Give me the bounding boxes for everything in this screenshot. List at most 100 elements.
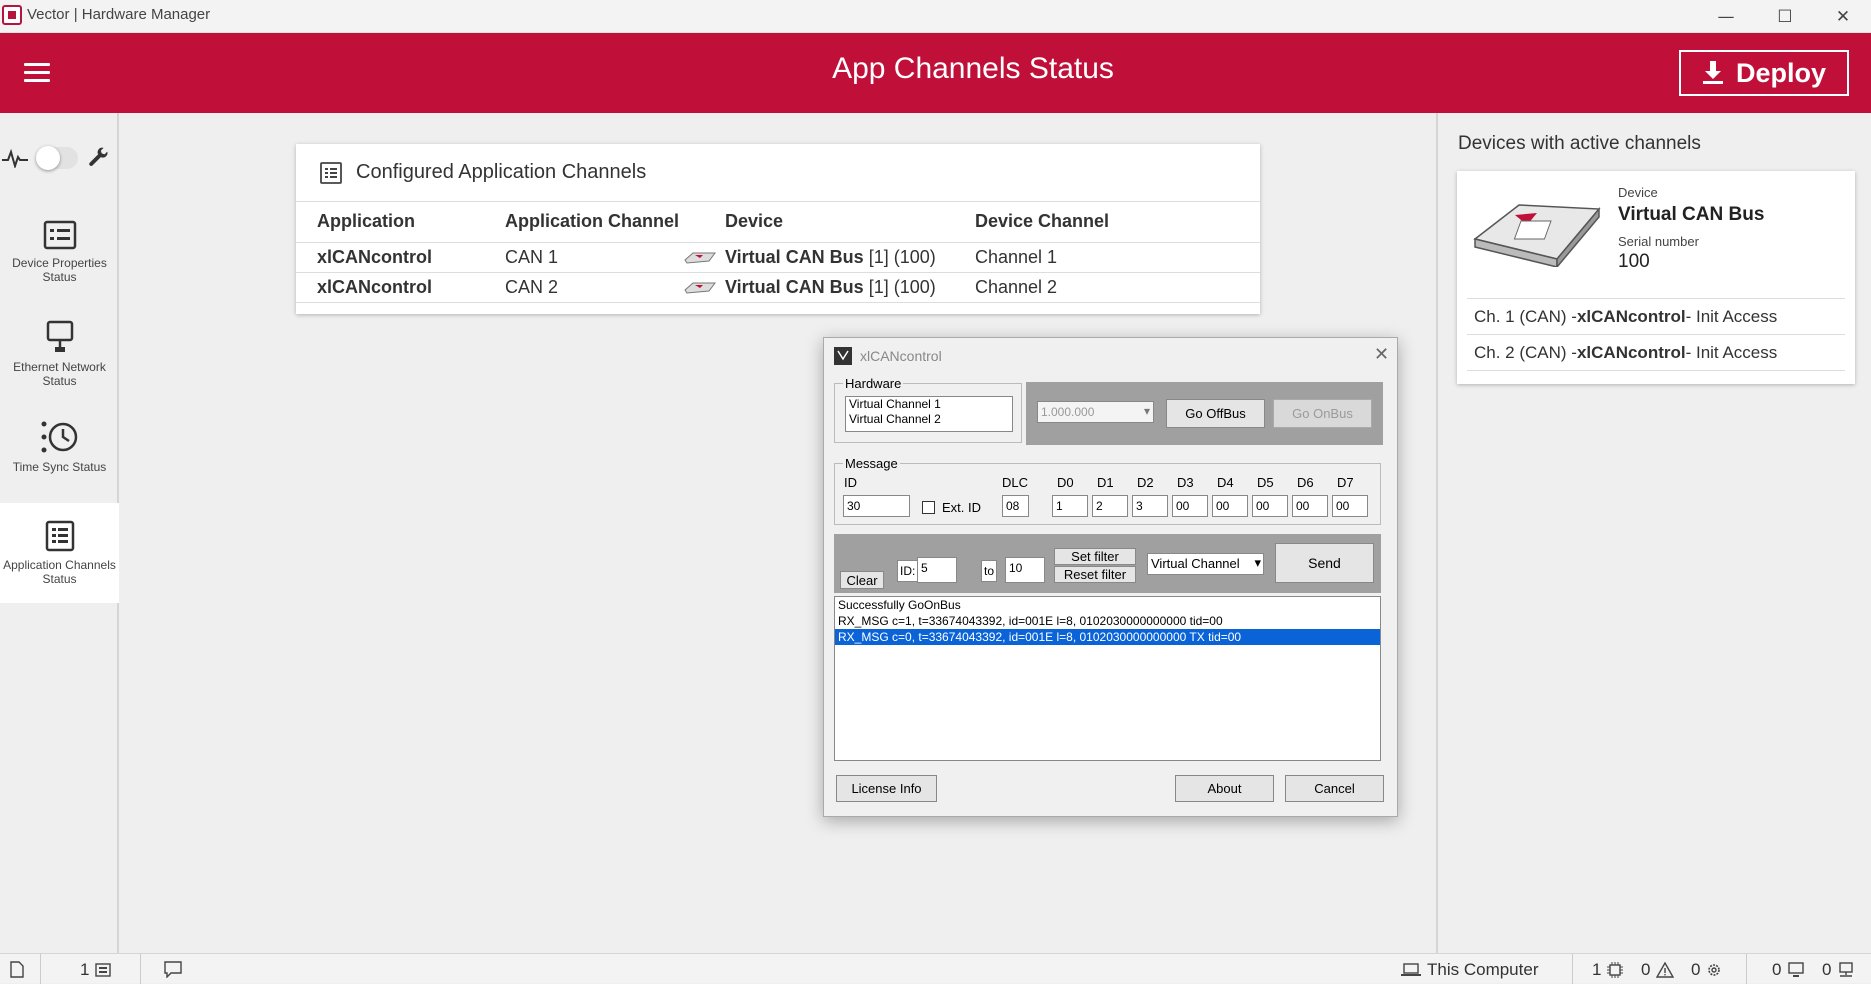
data-byte-input[interactable]: 3 xyxy=(1132,495,1168,517)
card-title: Configured Application Channels xyxy=(356,161,647,183)
data-label: D1 xyxy=(1097,475,1114,490)
sidebar-item-app-channels[interactable]: Application Channels Status xyxy=(0,503,119,603)
dialog-title: xlCANcontrol xyxy=(860,348,942,364)
status-count-warning[interactable]: 0 xyxy=(1641,960,1675,980)
device-image-icon xyxy=(1473,204,1601,267)
monitor-icon xyxy=(1788,962,1805,977)
minimize-button[interactable]: — xyxy=(1697,0,1755,33)
maximize-button[interactable]: ☐ xyxy=(1756,0,1814,33)
ethernet-icon xyxy=(46,320,73,352)
data-label: D5 xyxy=(1257,475,1274,490)
deploy-button[interactable]: Deploy xyxy=(1679,50,1849,96)
activity-icon[interactable] xyxy=(2,148,28,168)
data-byte-input[interactable]: 2 xyxy=(1092,495,1128,517)
wrench-icon[interactable] xyxy=(86,147,112,169)
device-cell: Virtual CAN Bus [1] (100) xyxy=(684,272,954,303)
channel-select[interactable]: Virtual Channel ▾ xyxy=(1147,553,1264,575)
list-item[interactable]: Virtual Channel 1 xyxy=(849,397,1012,412)
dlc-input[interactable]: 08 xyxy=(1002,495,1029,517)
send-button[interactable]: Send xyxy=(1275,543,1374,583)
table-header-row: Application Application Channel Device D… xyxy=(296,202,1260,243)
data-byte-input[interactable]: 00 xyxy=(1252,495,1288,517)
device-card[interactable]: Device Virtual CAN Bus Serial number 100… xyxy=(1457,171,1855,384)
serial-number: 100 xyxy=(1618,251,1650,272)
id-input[interactable]: 30 xyxy=(843,495,910,517)
sidebar-item-device-properties[interactable]: Device Properties Status xyxy=(0,220,119,320)
status-count-settings[interactable]: 0 xyxy=(1691,960,1722,980)
sidebar: Device Properties Status Ethernet Networ… xyxy=(0,113,119,953)
go-offbus-button[interactable]: Go OffBus xyxy=(1166,399,1265,428)
hardware-group: Hardware Virtual Channel 1 Virtual Chann… xyxy=(834,376,1022,443)
filter-id-label: ID: xyxy=(897,560,919,582)
log-entry[interactable]: RX_MSG c=1, t=33674043392, id=001E l=8, … xyxy=(835,613,1380,629)
ext-id-checkbox[interactable] xyxy=(922,501,935,514)
sidebar-item-label: Device Properties Status xyxy=(12,256,107,284)
right-pane: Devices with active channels Device Virt… xyxy=(1436,113,1871,953)
document-icon[interactable] xyxy=(10,961,24,978)
warning-icon xyxy=(1656,962,1675,978)
list-item[interactable]: Virtual Channel 2 xyxy=(849,412,1012,427)
log-entry[interactable]: Successfully GoOnBus xyxy=(835,597,1380,613)
set-filter-button[interactable]: Set filter xyxy=(1054,548,1136,565)
sidebar-item-ethernet[interactable]: Ethernet Network Status xyxy=(0,320,119,420)
dialog-app-icon xyxy=(834,347,852,365)
status-count-chip[interactable]: 1 xyxy=(1592,960,1624,980)
data-byte-input[interactable]: 1 xyxy=(1052,495,1088,517)
device-name: Virtual CAN Bus xyxy=(725,276,864,297)
message-icon[interactable] xyxy=(164,961,182,978)
data-label: D3 xyxy=(1177,475,1194,490)
xlcancontrol-dialog: xlCANcontrol ✕ Hardware Virtual Channel … xyxy=(823,337,1398,817)
device-channel-cell: Channel 2 xyxy=(954,272,1260,303)
reset-filter-button[interactable]: Reset filter xyxy=(1054,566,1136,583)
device-name: Virtual CAN Bus xyxy=(1618,204,1765,225)
data-byte-input[interactable]: 00 xyxy=(1292,495,1328,517)
status-count-network[interactable]: 0 xyxy=(1822,960,1855,980)
column-header[interactable]: Device Channel xyxy=(954,202,1260,243)
active-channel-item[interactable]: Ch. 1 (CAN) - xlCANcontrol - Init Access xyxy=(1467,298,1845,334)
license-info-button[interactable]: License Info xyxy=(836,775,937,802)
log-entry[interactable]: RX_MSG c=0, t=33674043392, id=001E l=8, … xyxy=(835,629,1380,645)
mode-toggle[interactable] xyxy=(36,146,78,170)
cancel-button[interactable]: Cancel xyxy=(1285,775,1384,802)
hardware-list[interactable]: Virtual Channel 1 Virtual Channel 2 xyxy=(845,396,1013,432)
chip-icon xyxy=(1607,962,1624,978)
data-byte-input[interactable]: 00 xyxy=(1172,495,1208,517)
filter-to-label: to xyxy=(981,560,998,582)
computer-label: This Computer xyxy=(1427,960,1539,979)
go-onbus-button[interactable]: Go OnBus xyxy=(1273,399,1372,428)
app-channels-icon xyxy=(45,520,74,552)
data-label: D4 xyxy=(1217,475,1234,490)
column-header[interactable]: Application xyxy=(296,202,484,243)
device-count-item[interactable]: 1 xyxy=(80,960,112,980)
table-row[interactable]: xlCANcontrol CAN 1 Virtual CAN Bus [1] (… xyxy=(296,242,1260,273)
ext-id-label: Ext. ID xyxy=(942,500,982,515)
column-header[interactable]: Device xyxy=(704,202,954,243)
page-title: App Channels Status xyxy=(832,52,1114,85)
device-list-icon xyxy=(95,963,112,977)
app-channel-cell: CAN 1 xyxy=(484,242,704,273)
data-byte-input[interactable]: 00 xyxy=(1332,495,1368,517)
close-button[interactable]: ✕ xyxy=(1814,0,1871,33)
computer-item[interactable]: This Computer xyxy=(1401,960,1538,980)
device-label: Device xyxy=(1618,185,1658,200)
active-channel-item[interactable]: Ch. 2 (CAN) - xlCANcontrol - Init Access xyxy=(1467,334,1845,370)
configured-channels-card: Configured Application Channels Applicat… xyxy=(296,144,1260,314)
table-row[interactable]: xlCANcontrol CAN 2 Virtual CAN Bus [1] (… xyxy=(296,272,1260,303)
data-label: D6 xyxy=(1297,475,1314,490)
device-suffix: [1] (100) xyxy=(863,246,936,267)
dialog-close-icon[interactable]: ✕ xyxy=(1374,344,1389,365)
log-list[interactable]: Successfully GoOnBus RX_MSG c=1, t=33674… xyxy=(834,596,1381,761)
filter-from-input[interactable]: 5 xyxy=(917,557,957,583)
time-sync-icon xyxy=(41,421,77,453)
baudrate-select[interactable]: 1.000.000 ▾ xyxy=(1037,401,1154,423)
chevron-down-icon: ▾ xyxy=(1143,404,1150,418)
clear-button[interactable]: Clear xyxy=(840,571,884,589)
filter-to-input[interactable]: 10 xyxy=(1005,557,1045,583)
data-byte-input[interactable]: 00 xyxy=(1212,495,1248,517)
column-header[interactable]: Application Channel xyxy=(484,202,704,243)
hardware-label: Hardware xyxy=(843,376,904,391)
status-count-monitor[interactable]: 0 xyxy=(1772,960,1805,980)
device-channel-cell: Channel 1 xyxy=(954,242,1260,273)
right-pane-title: Devices with active channels xyxy=(1458,133,1701,154)
about-button[interactable]: About xyxy=(1175,775,1274,802)
